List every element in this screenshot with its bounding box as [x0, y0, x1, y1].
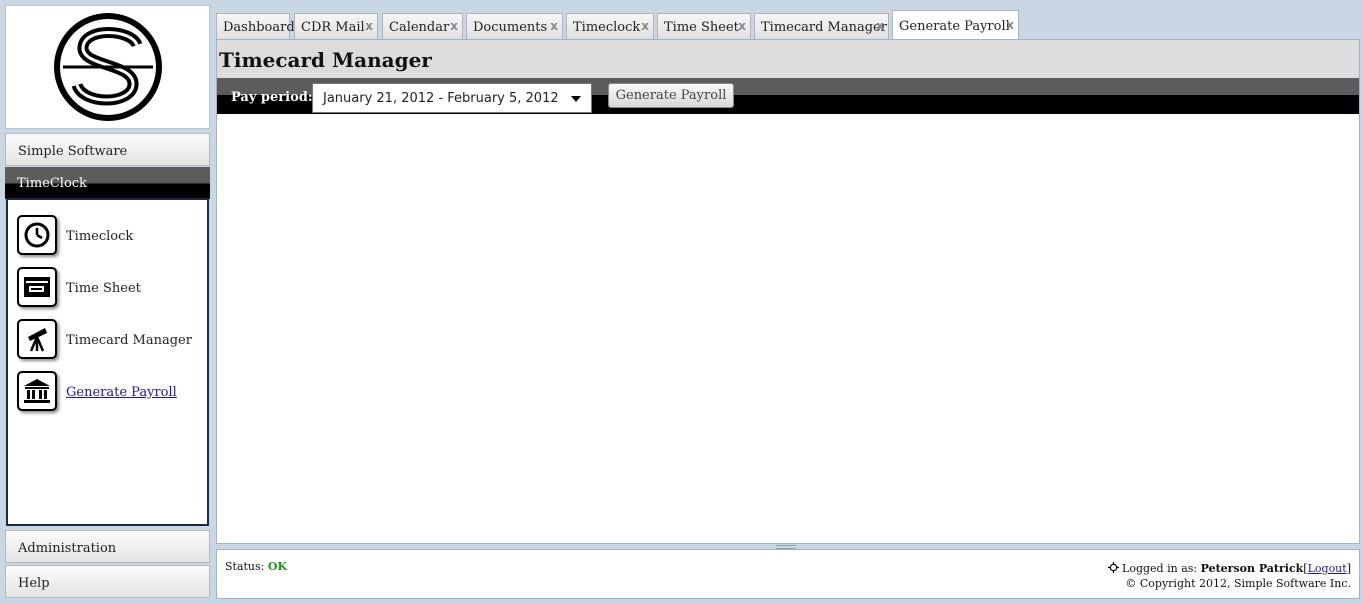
tab-dashboard[interactable]: Dashboard: [216, 13, 295, 40]
tab-calendar[interactable]: Calendar x: [382, 13, 463, 40]
nav-item-time-sheet[interactable]: Time Sheet: [17, 267, 202, 311]
close-icon[interactable]: x: [876, 19, 884, 33]
logout-bracket-close: ]: [1346, 562, 1351, 575]
accordion-simple-software[interactable]: Simple Software: [5, 133, 210, 166]
accordion-label: Administration: [18, 541, 117, 556]
close-icon[interactable]: x: [738, 19, 746, 33]
tab-label: CDR Mail: [301, 20, 365, 35]
accordion-label: Help: [18, 576, 50, 591]
status: Status: OK: [225, 560, 287, 573]
copyright: © Copyright 2012, Simple Software Inc.: [1125, 577, 1351, 590]
tab-label: Timeclock: [573, 20, 641, 35]
tab-label: Documents: [473, 20, 548, 35]
bank-icon[interactable]: [17, 371, 57, 411]
simple-software-logo-icon: [54, 13, 162, 121]
tab-timeclock[interactable]: Timeclock x: [566, 13, 654, 40]
nav-item-timeclock[interactable]: Timeclock: [17, 215, 202, 259]
time-sheet-icon[interactable]: [17, 267, 57, 307]
close-icon[interactable]: x: [550, 19, 558, 33]
close-icon[interactable]: x: [641, 19, 649, 33]
tab-label: Timecard Manager: [761, 20, 887, 35]
tab-generate-payroll[interactable]: Generate Payroll x: [892, 10, 1019, 40]
nav-item-timecard-manager[interactable]: Timecard Manager: [17, 319, 202, 363]
tab-time-sheet[interactable]: Time Sheet x: [657, 13, 751, 40]
toolbar: Pay period: January 21, 2012 - February …: [217, 78, 1359, 114]
main-panel: Timecard Manager Pay period: January 21,…: [216, 39, 1360, 544]
close-icon[interactable]: x: [365, 19, 373, 33]
nav-label-timecard-manager[interactable]: Timecard Manager: [66, 333, 192, 348]
nav-label-timeclock[interactable]: Timeclock: [66, 229, 133, 244]
title-bar: Timecard Manager: [217, 40, 1359, 78]
clock-icon[interactable]: [17, 215, 57, 255]
accordion-label: TimeClock: [17, 176, 87, 191]
chevron-down-icon[interactable]: [571, 96, 581, 102]
tab-cdr-mail[interactable]: CDR Mail x: [294, 13, 378, 40]
timeclock-nav-panel: Timeclock Time Sheet Timecard Manager Ge…: [6, 198, 209, 526]
logout-link[interactable]: Logout: [1308, 562, 1347, 575]
tab-label: Calendar: [389, 20, 450, 35]
nav-label-time-sheet[interactable]: Time Sheet: [66, 281, 141, 296]
tab-documents[interactable]: Documents x: [466, 13, 563, 40]
gear-icon: [1107, 562, 1119, 573]
status-footer: Status: OK Logged in as: Peterson Patric…: [216, 549, 1360, 599]
status-label: Status:: [225, 560, 265, 573]
accordion-timeclock[interactable]: TimeClock: [5, 167, 210, 199]
pay-period-label: Pay period:: [231, 90, 313, 105]
tab-label: Generate Payroll: [899, 19, 1010, 34]
logged-in-label: Logged in as:: [1122, 562, 1198, 575]
pay-period-select[interactable]: January 21, 2012 - February 5, 2012: [312, 83, 592, 113]
pay-period-value: January 21, 2012 - February 5, 2012: [323, 91, 559, 106]
accordion-label: Simple Software: [18, 144, 128, 159]
status-value: OK: [267, 560, 288, 573]
accordion-administration[interactable]: Administration: [5, 530, 210, 563]
telescope-icon[interactable]: [17, 319, 57, 359]
close-icon[interactable]: x: [450, 19, 458, 33]
login-info: Logged in as: Peterson Patrick[Logout]: [1107, 562, 1351, 575]
nav-item-generate-payroll[interactable]: Generate Payroll: [17, 371, 202, 415]
generate-payroll-button[interactable]: Generate Payroll: [608, 83, 734, 108]
tab-label: Dashboard: [223, 20, 295, 35]
nav-label-generate-payroll[interactable]: Generate Payroll: [66, 385, 177, 400]
logo-panel: [5, 5, 210, 129]
page-title: Timecard Manager: [219, 48, 432, 72]
tab-label: Time Sheet: [664, 20, 739, 35]
close-icon[interactable]: x: [1006, 18, 1014, 32]
accordion-help[interactable]: Help: [5, 565, 210, 598]
tab-timecard-manager[interactable]: Timecard Manager x: [754, 13, 889, 40]
user-name: Peterson Patrick: [1200, 562, 1304, 575]
